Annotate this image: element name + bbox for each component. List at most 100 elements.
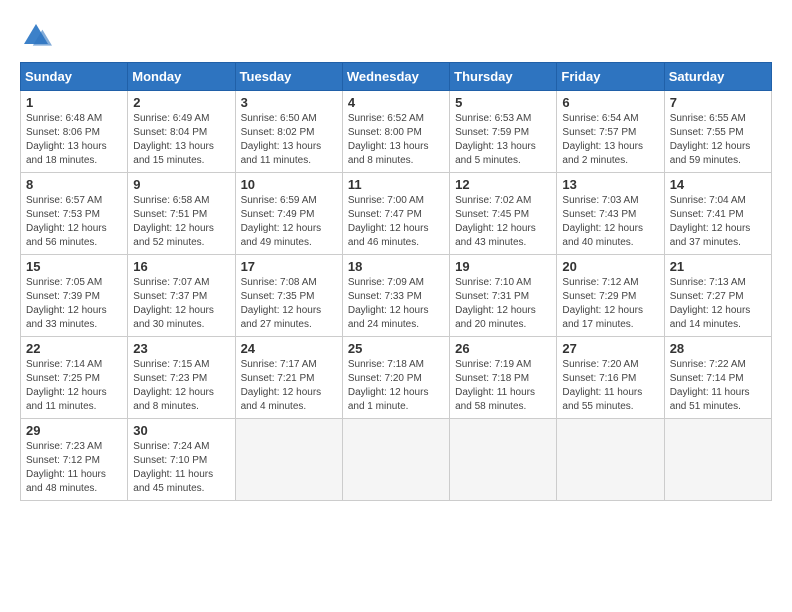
day-number: 27 — [562, 341, 658, 356]
calendar-cell: 26 Sunrise: 7:19 AM Sunset: 7:18 PM Dayli… — [450, 337, 557, 419]
day-info: Sunrise: 6:57 AM Sunset: 7:53 PM Dayligh… — [26, 194, 122, 250]
day-info: Sunrise: 7:00 AM Sunset: 7:47 PM Dayligh… — [348, 194, 444, 250]
calendar-cell: 30 Sunrise: 7:24 AM Sunset: 7:10 PM Dayli… — [128, 419, 235, 501]
day-info: Sunrise: 6:58 AM Sunset: 7:51 PM Dayligh… — [133, 194, 229, 250]
calendar-cell: 18 Sunrise: 7:09 AM Sunset: 7:33 PM Dayli… — [342, 255, 449, 337]
weekday-header-row: SundayMondayTuesdayWednesdayThursdayFrid… — [21, 63, 772, 91]
day-info: Sunrise: 7:15 AM Sunset: 7:23 PM Dayligh… — [133, 358, 229, 414]
day-info: Sunrise: 6:53 AM Sunset: 7:59 PM Dayligh… — [455, 112, 551, 168]
calendar-cell: 10 Sunrise: 6:59 AM Sunset: 7:49 PM Dayli… — [235, 173, 342, 255]
weekday-header-monday: Monday — [128, 63, 235, 91]
day-number: 20 — [562, 259, 658, 274]
day-number: 29 — [26, 423, 122, 438]
day-info: Sunrise: 7:07 AM Sunset: 7:37 PM Dayligh… — [133, 276, 229, 332]
weekday-header-saturday: Saturday — [664, 63, 771, 91]
day-info: Sunrise: 7:18 AM Sunset: 7:20 PM Dayligh… — [348, 358, 444, 414]
day-number: 18 — [348, 259, 444, 274]
day-number: 6 — [562, 95, 658, 110]
calendar-cell: 9 Sunrise: 6:58 AM Sunset: 7:51 PM Daylig… — [128, 173, 235, 255]
day-info: Sunrise: 7:24 AM Sunset: 7:10 PM Dayligh… — [133, 440, 229, 496]
page-header — [20, 20, 772, 52]
calendar-week-5: 29 Sunrise: 7:23 AM Sunset: 7:12 PM Dayli… — [21, 419, 772, 501]
day-number: 7 — [670, 95, 766, 110]
calendar-table: SundayMondayTuesdayWednesdayThursdayFrid… — [20, 62, 772, 501]
calendar-cell: 22 Sunrise: 7:14 AM Sunset: 7:25 PM Dayli… — [21, 337, 128, 419]
day-number: 3 — [241, 95, 337, 110]
calendar-cell — [450, 419, 557, 501]
day-number: 2 — [133, 95, 229, 110]
calendar-cell — [557, 419, 664, 501]
day-info: Sunrise: 7:02 AM Sunset: 7:45 PM Dayligh… — [455, 194, 551, 250]
calendar-cell: 24 Sunrise: 7:17 AM Sunset: 7:21 PM Dayli… — [235, 337, 342, 419]
calendar-cell: 3 Sunrise: 6:50 AM Sunset: 8:02 PM Daylig… — [235, 91, 342, 173]
day-info: Sunrise: 6:48 AM Sunset: 8:06 PM Dayligh… — [26, 112, 122, 168]
weekday-header-friday: Friday — [557, 63, 664, 91]
day-number: 14 — [670, 177, 766, 192]
day-number: 9 — [133, 177, 229, 192]
calendar-week-3: 15Sunrise: 7:05 AM Sunset: 7:39 PM Dayli… — [21, 255, 772, 337]
calendar-week-2: 8 Sunrise: 6:57 AM Sunset: 7:53 PM Daylig… — [21, 173, 772, 255]
calendar-cell: 21 Sunrise: 7:13 AM Sunset: 7:27 PM Dayli… — [664, 255, 771, 337]
calendar-cell: 16 Sunrise: 7:07 AM Sunset: 7:37 PM Dayli… — [128, 255, 235, 337]
day-number: 16 — [133, 259, 229, 274]
day-number: 11 — [348, 177, 444, 192]
day-number: 8 — [26, 177, 122, 192]
calendar-cell: 28Sunrise: 7:22 AM Sunset: 7:14 PM Dayli… — [664, 337, 771, 419]
day-info: Sunrise: 7:14 AM Sunset: 7:25 PM Dayligh… — [26, 358, 122, 414]
day-info: Sunrise: 7:13 AM Sunset: 7:27 PM Dayligh… — [670, 276, 766, 332]
calendar-cell — [664, 419, 771, 501]
calendar-cell — [342, 419, 449, 501]
calendar-cell: 19Sunrise: 7:10 AM Sunset: 7:31 PM Dayli… — [450, 255, 557, 337]
day-number: 22 — [26, 341, 122, 356]
day-info: Sunrise: 7:08 AM Sunset: 7:35 PM Dayligh… — [241, 276, 337, 332]
calendar-week-4: 22 Sunrise: 7:14 AM Sunset: 7:25 PM Dayli… — [21, 337, 772, 419]
calendar-cell: 6Sunrise: 6:54 AM Sunset: 7:57 PM Daylig… — [557, 91, 664, 173]
calendar-cell: 4 Sunrise: 6:52 AM Sunset: 8:00 PM Daylig… — [342, 91, 449, 173]
calendar-cell: 23Sunrise: 7:15 AM Sunset: 7:23 PM Dayli… — [128, 337, 235, 419]
calendar-cell: 7 Sunrise: 6:55 AM Sunset: 7:55 PM Daylig… — [664, 91, 771, 173]
day-number: 26 — [455, 341, 551, 356]
calendar-cell: 2 Sunrise: 6:49 AM Sunset: 8:04 PM Daylig… — [128, 91, 235, 173]
day-info: Sunrise: 7:12 AM Sunset: 7:29 PM Dayligh… — [562, 276, 658, 332]
calendar-cell: 25 Sunrise: 7:18 AM Sunset: 7:20 PM Dayli… — [342, 337, 449, 419]
calendar-week-1: 1 Sunrise: 6:48 AM Sunset: 8:06 PM Daylig… — [21, 91, 772, 173]
day-info: Sunrise: 7:22 AM Sunset: 7:14 PM Dayligh… — [670, 358, 766, 414]
calendar-cell: 27 Sunrise: 7:20 AM Sunset: 7:16 PM Dayli… — [557, 337, 664, 419]
day-info: Sunrise: 7:17 AM Sunset: 7:21 PM Dayligh… — [241, 358, 337, 414]
calendar-cell: 20 Sunrise: 7:12 AM Sunset: 7:29 PM Dayli… — [557, 255, 664, 337]
weekday-header-thursday: Thursday — [450, 63, 557, 91]
day-number: 25 — [348, 341, 444, 356]
day-number: 21 — [670, 259, 766, 274]
weekday-header-sunday: Sunday — [21, 63, 128, 91]
day-number: 10 — [241, 177, 337, 192]
calendar-cell: 8 Sunrise: 6:57 AM Sunset: 7:53 PM Daylig… — [21, 173, 128, 255]
day-info: Sunrise: 6:52 AM Sunset: 8:00 PM Dayligh… — [348, 112, 444, 168]
calendar-cell: 1 Sunrise: 6:48 AM Sunset: 8:06 PM Daylig… — [21, 91, 128, 173]
calendar-cell: 13Sunrise: 7:03 AM Sunset: 7:43 PM Dayli… — [557, 173, 664, 255]
day-number: 17 — [241, 259, 337, 274]
day-number: 1 — [26, 95, 122, 110]
day-info: Sunrise: 6:59 AM Sunset: 7:49 PM Dayligh… — [241, 194, 337, 250]
calendar-cell: 17 Sunrise: 7:08 AM Sunset: 7:35 PM Dayli… — [235, 255, 342, 337]
day-number: 19 — [455, 259, 551, 274]
day-number: 4 — [348, 95, 444, 110]
day-number: 5 — [455, 95, 551, 110]
day-info: Sunrise: 6:55 AM Sunset: 7:55 PM Dayligh… — [670, 112, 766, 168]
logo — [20, 20, 56, 52]
day-info: Sunrise: 7:19 AM Sunset: 7:18 PM Dayligh… — [455, 358, 551, 414]
day-number: 12 — [455, 177, 551, 192]
day-info: Sunrise: 7:04 AM Sunset: 7:41 PM Dayligh… — [670, 194, 766, 250]
logo-icon — [20, 20, 52, 52]
calendar-cell — [235, 419, 342, 501]
day-number: 30 — [133, 423, 229, 438]
day-number: 24 — [241, 341, 337, 356]
day-info: Sunrise: 7:05 AM Sunset: 7:39 PM Dayligh… — [26, 276, 122, 332]
weekday-header-tuesday: Tuesday — [235, 63, 342, 91]
calendar-cell: 29 Sunrise: 7:23 AM Sunset: 7:12 PM Dayli… — [21, 419, 128, 501]
day-info: Sunrise: 6:49 AM Sunset: 8:04 PM Dayligh… — [133, 112, 229, 168]
day-info: Sunrise: 7:20 AM Sunset: 7:16 PM Dayligh… — [562, 358, 658, 414]
day-info: Sunrise: 7:23 AM Sunset: 7:12 PM Dayligh… — [26, 440, 122, 496]
day-info: Sunrise: 7:09 AM Sunset: 7:33 PM Dayligh… — [348, 276, 444, 332]
day-info: Sunrise: 6:50 AM Sunset: 8:02 PM Dayligh… — [241, 112, 337, 168]
calendar-cell: 14 Sunrise: 7:04 AM Sunset: 7:41 PM Dayli… — [664, 173, 771, 255]
